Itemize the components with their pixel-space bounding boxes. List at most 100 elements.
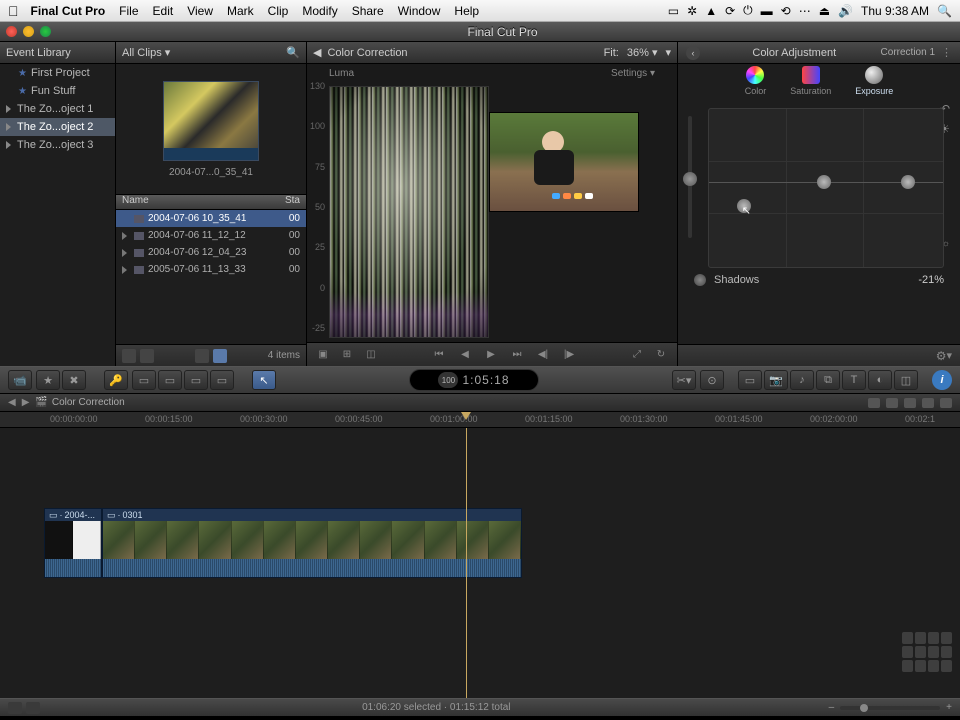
inspector-back-icon[interactable]: ‹ bbox=[686, 46, 700, 60]
scope-type[interactable]: Luma bbox=[329, 68, 354, 79]
column-name[interactable]: Name bbox=[122, 195, 285, 209]
browser-list-row[interactable]: 2004-07-06 10_35_4100 bbox=[116, 210, 306, 227]
inspector-subtitle[interactable]: Correction 1 bbox=[881, 47, 935, 58]
disclosure-triangle-icon[interactable] bbox=[122, 266, 127, 274]
menu-window[interactable]: Window bbox=[398, 4, 441, 18]
event-item[interactable]: The Zo...oject 3 bbox=[0, 136, 115, 154]
themes-icon[interactable]: ◫ bbox=[894, 370, 918, 390]
insert-icon[interactable]: ▭ bbox=[158, 370, 182, 390]
filmstrip-view-icon[interactable] bbox=[195, 349, 209, 363]
zoom-in-icon[interactable]: + bbox=[946, 702, 952, 713]
browser-filter[interactable]: All Clips ▾ bbox=[122, 46, 170, 59]
timeline-audio-icon[interactable] bbox=[940, 398, 952, 408]
overwrite-icon[interactable]: ▭ bbox=[210, 370, 234, 390]
next-edit-icon[interactable]: ⏭ bbox=[509, 348, 525, 362]
battery-icon[interactable]: ▬ bbox=[761, 4, 773, 18]
keyword-icon[interactable]: 🔑 bbox=[104, 370, 128, 390]
transitions-icon[interactable]: ⧉ bbox=[816, 370, 840, 390]
media-import-icon[interactable]: 📹 bbox=[8, 370, 32, 390]
playhead[interactable] bbox=[466, 428, 467, 698]
fit-value[interactable]: 36% ▾ bbox=[627, 46, 658, 59]
inspector-menu-icon[interactable]: ⋮ bbox=[941, 46, 952, 59]
timeline-skimming-icon[interactable] bbox=[922, 398, 934, 408]
list-view-icon[interactable] bbox=[213, 349, 227, 363]
timeline-clip[interactable]: ▭· 0301 bbox=[102, 508, 522, 578]
zoom-knob[interactable] bbox=[860, 704, 868, 712]
clip-thumbnail[interactable] bbox=[163, 81, 259, 161]
app-menu[interactable]: Final Cut Pro bbox=[31, 4, 106, 18]
timeline-index-icon[interactable] bbox=[868, 398, 880, 408]
midtones-puck[interactable] bbox=[817, 175, 831, 189]
timemachine-icon[interactable]: ⟲ bbox=[781, 4, 791, 18]
disclosure-triangle-icon[interactable] bbox=[6, 105, 11, 113]
zoom-out-icon[interactable]: – bbox=[829, 702, 835, 713]
menu-share[interactable]: Share bbox=[352, 4, 384, 18]
timeline-ruler[interactable]: 00:00:00:00 00:00:15:00 00:00:30:00 00:0… bbox=[0, 412, 960, 428]
apple-menu-icon[interactable]:  bbox=[8, 3, 19, 19]
highlights-puck[interactable] bbox=[901, 175, 915, 189]
generators-icon[interactable]: ◐ bbox=[868, 370, 892, 390]
disclosure-triangle-icon[interactable] bbox=[6, 141, 11, 149]
tab-exposure[interactable]: Exposure bbox=[855, 66, 893, 100]
timecode-display[interactable]: 100 1:05:18 bbox=[409, 369, 539, 391]
import-icon[interactable] bbox=[122, 349, 136, 363]
tab-color[interactable]: Color bbox=[745, 66, 767, 100]
menu-file[interactable]: File bbox=[119, 4, 138, 18]
eject-icon[interactable]: ⏏ bbox=[819, 4, 830, 18]
prev-edit-icon[interactable]: ⏮ bbox=[431, 348, 447, 362]
append-icon[interactable]: ▭ bbox=[184, 370, 208, 390]
zoom-button[interactable] bbox=[40, 26, 51, 37]
music-icon[interactable]: ♪ bbox=[790, 370, 814, 390]
param-value[interactable]: -21% bbox=[918, 274, 944, 286]
power-icon[interactable]: ⏻ bbox=[743, 3, 753, 18]
prev-frame-icon[interactable]: ◀| bbox=[535, 348, 551, 362]
slider-knob[interactable] bbox=[683, 172, 697, 186]
column-start[interactable]: Sta bbox=[285, 195, 300, 209]
viewer-preview[interactable] bbox=[489, 82, 677, 342]
browser-list-row[interactable]: 2005-07-06 11_13_3300 bbox=[116, 261, 306, 278]
search-icon[interactable]: 🔍 bbox=[286, 46, 300, 59]
disclosure-triangle-icon[interactable] bbox=[122, 249, 127, 257]
exposure-board[interactable]: ↖ bbox=[708, 108, 944, 268]
menu-modify[interactable]: Modify bbox=[302, 4, 337, 18]
gear-icon[interactable]: ⚙ bbox=[936, 349, 947, 363]
play-backward-icon[interactable]: ◀ bbox=[457, 348, 473, 362]
select-tool[interactable]: ↖ bbox=[252, 370, 276, 390]
menu-extra-icon[interactable]: ⋯ bbox=[799, 4, 811, 18]
menu-clip[interactable]: Clip bbox=[268, 4, 289, 18]
refresh-icon[interactable]: ⟳ bbox=[725, 4, 735, 18]
notifications-icon[interactable]: ▲ bbox=[705, 4, 717, 18]
inspector-toggle-icon[interactable]: i bbox=[932, 370, 952, 390]
event-item[interactable]: The Zo...oject 2 bbox=[0, 118, 115, 136]
transform-icon[interactable]: ⊞ bbox=[339, 348, 355, 362]
gear-icon[interactable] bbox=[140, 349, 154, 363]
event-item[interactable]: ★Fun Stuff bbox=[0, 82, 115, 100]
timeline-appearance-icon[interactable] bbox=[886, 398, 898, 408]
menu-mark[interactable]: Mark bbox=[227, 4, 254, 18]
tab-saturation[interactable]: Saturation bbox=[790, 66, 831, 100]
back-icon[interactable]: ◀ bbox=[313, 46, 321, 59]
retime-icon[interactable]: ⊙ bbox=[700, 370, 724, 390]
crop-icon[interactable]: ◫ bbox=[363, 348, 379, 362]
event-item[interactable]: ★First Project bbox=[0, 64, 115, 82]
index-icon[interactable] bbox=[8, 702, 22, 714]
menu-view[interactable]: View bbox=[187, 4, 213, 18]
photos-icon[interactable]: 📷 bbox=[764, 370, 788, 390]
browser-list-row[interactable]: 2004-07-06 11_12_1200 bbox=[116, 227, 306, 244]
displays-icon[interactable]: ▭ bbox=[668, 4, 679, 18]
timeline-clip[interactable]: ▭· 2004-... bbox=[44, 508, 102, 578]
history-back-icon[interactable]: ◀ bbox=[8, 397, 16, 408]
menubar-clock[interactable]: Thu 9:38 AM bbox=[861, 4, 929, 18]
loop-icon[interactable]: ↻ bbox=[653, 348, 669, 362]
favorite-icon[interactable]: ★ bbox=[36, 370, 60, 390]
history-forward-icon[interactable]: ▶ bbox=[22, 397, 30, 408]
reject-icon[interactable]: ✖ bbox=[62, 370, 86, 390]
disclosure-triangle-icon[interactable] bbox=[122, 232, 127, 240]
volume-icon[interactable]: 🔊 bbox=[838, 4, 853, 18]
spotlight-icon[interactable]: 🔍 bbox=[937, 4, 952, 18]
param-puck-icon[interactable] bbox=[694, 274, 706, 286]
menu-edit[interactable]: Edit bbox=[153, 4, 174, 18]
disclosure-triangle-icon[interactable] bbox=[6, 123, 11, 131]
view-options-icon[interactable]: ▾ bbox=[665, 46, 671, 59]
next-frame-icon[interactable]: |▶ bbox=[561, 348, 577, 362]
